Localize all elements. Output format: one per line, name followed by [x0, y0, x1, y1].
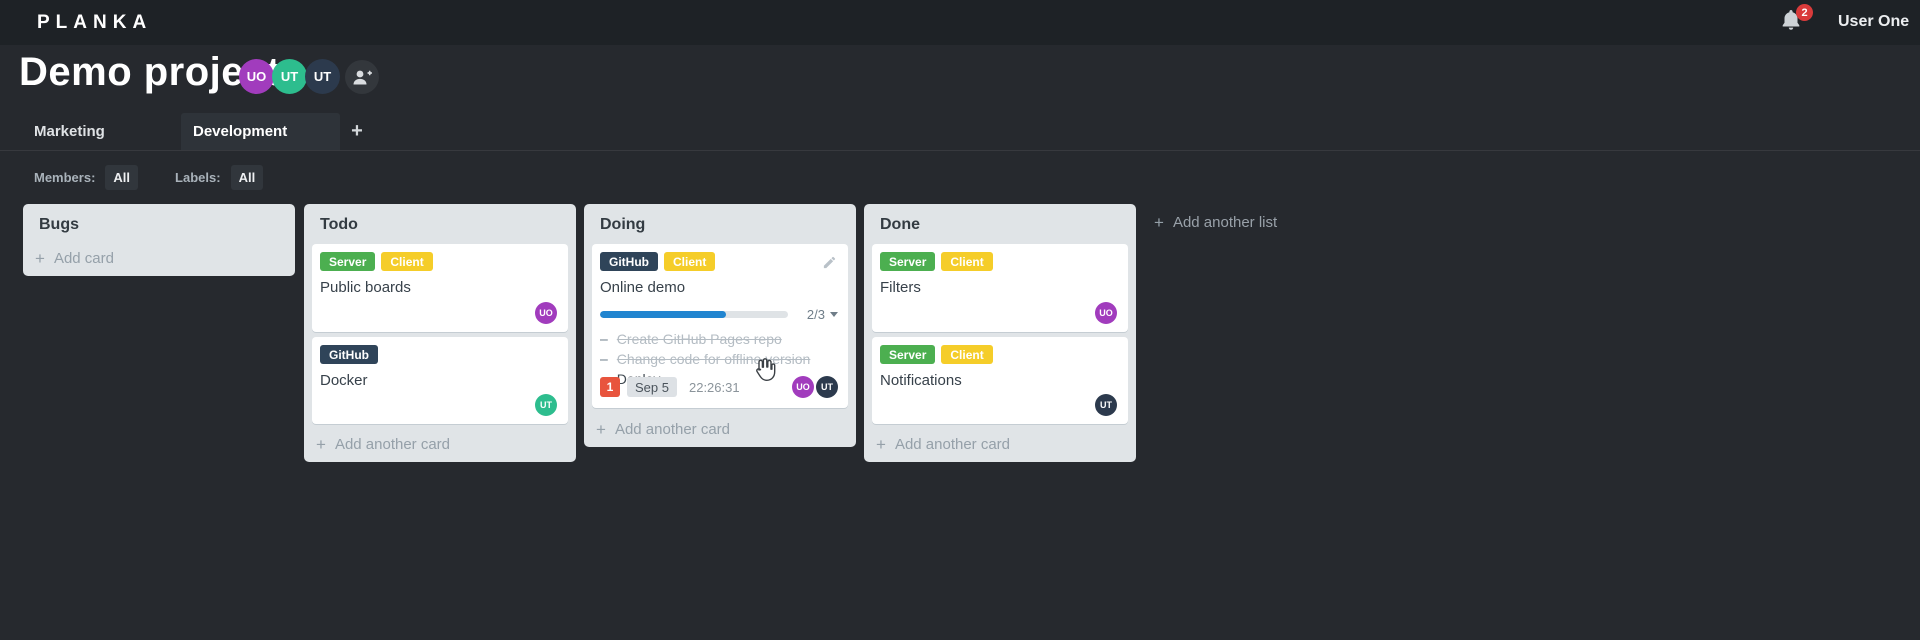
card-notifications[interactable]: Server Client Notifications UT — [872, 337, 1128, 424]
plus-icon: + — [876, 435, 886, 454]
add-card-label: Add another card — [614, 421, 731, 438]
list-title[interactable]: Bugs — [23, 204, 295, 238]
card-stack: Server Client Filters UO Server Client N… — [864, 244, 1136, 424]
pencil-icon — [823, 256, 836, 269]
label-chip: Server — [880, 345, 936, 364]
avatar[interactable]: UO — [239, 59, 274, 94]
card-footer: 1 Sep 5 22:26:31 UO UT — [600, 376, 838, 398]
card-stack: GitHub Client Online demo 2/3 Create Gi — [584, 244, 856, 408]
list-title[interactable]: Doing — [584, 204, 856, 238]
card-labels: Server Client — [320, 252, 560, 271]
label-chip: Client — [664, 252, 716, 271]
card-labels: Server Client — [880, 252, 1120, 271]
card-labels: GitHub Client — [600, 252, 840, 271]
card-title: Public boards — [320, 279, 411, 296]
members-filter-button[interactable]: All — [105, 164, 139, 190]
plus-icon: + — [596, 420, 606, 439]
timer-text: 22:26:31 — [688, 379, 740, 395]
list-title[interactable]: Done — [864, 204, 1136, 238]
card-stack: Server Client Public boards UO GitHub Do… — [304, 244, 576, 424]
planka-logo[interactable]: PLANKA — [37, 12, 152, 34]
add-list-button[interactable]: + Add another list — [1146, 206, 1285, 239]
person-add-icon — [353, 70, 372, 84]
card-public-boards[interactable]: Server Client Public boards UO — [312, 244, 568, 332]
avatar: UO — [792, 376, 814, 398]
card-online-demo[interactable]: GitHub Client Online demo 2/3 Create Gi — [592, 244, 848, 408]
add-member-button[interactable] — [345, 59, 379, 94]
checklist-counter[interactable]: 2/3 — [807, 307, 838, 322]
checklist-count-text: 2/3 — [806, 307, 825, 322]
tab-development[interactable]: Development — [181, 113, 340, 150]
plus-icon: + — [1154, 213, 1164, 232]
add-card-label: Add another card — [334, 436, 451, 453]
list-bugs: Bugs + Add card — [23, 204, 295, 276]
chevron-down-icon — [830, 312, 838, 317]
label-chip: GitHub — [320, 345, 378, 364]
notifications-button[interactable]: 2 — [1780, 4, 1816, 40]
add-card-label: Add another card — [894, 436, 1011, 453]
members-filter-label: Members: — [34, 169, 96, 185]
notification-count-badge: 2 — [1796, 4, 1813, 21]
card-filters[interactable]: Server Client Filters UO — [872, 244, 1128, 332]
avatar: UT — [1095, 394, 1117, 416]
label-chip: Client — [941, 345, 993, 364]
progress-bar — [600, 311, 788, 318]
due-date-badge: Sep 5 — [627, 377, 677, 397]
edit-card-button[interactable] — [822, 255, 837, 270]
add-card-label: Add card — [53, 250, 114, 267]
task-item: Create GitHub Pages repo — [600, 329, 840, 349]
labels-filter-label: Labels: — [175, 169, 221, 185]
list-todo: Todo Server Client Public boards UO GitH… — [304, 204, 576, 462]
label-chip: Client — [381, 252, 433, 271]
avatar: UT — [816, 376, 838, 398]
labels-filter-button[interactable]: All — [230, 164, 264, 190]
avatar: UO — [535, 302, 557, 324]
app-header: PLANKA 2 User One — [0, 0, 1920, 45]
card-title: Online demo — [600, 279, 686, 296]
label-chip: Server — [320, 252, 376, 271]
label-chip: Server — [880, 252, 936, 271]
card-docker[interactable]: GitHub Docker UT — [312, 337, 568, 424]
task-item: Change code for offline version — [600, 349, 840, 369]
card-assignees: UO UT — [792, 376, 838, 398]
card-labels: GitHub — [320, 345, 560, 364]
avatar[interactable]: UT — [272, 59, 307, 94]
add-card-button[interactable]: + Add another card — [596, 421, 730, 438]
project-members: UO UT UT — [239, 59, 379, 94]
add-board-button[interactable]: + — [342, 113, 372, 150]
checklist-progress: 2/3 — [600, 307, 840, 322]
label-chip: GitHub — [600, 252, 658, 271]
add-card-button[interactable]: + Add another card — [316, 436, 450, 453]
card-title: Notifications — [880, 372, 962, 389]
board-filters: Members: All Labels: All — [34, 164, 264, 190]
card-title: Filters — [880, 279, 921, 296]
avatar[interactable]: UT — [305, 59, 340, 94]
progress-fill — [600, 311, 726, 318]
plus-icon: + — [35, 249, 45, 268]
board-tabs: Marketing Development + — [0, 113, 1920, 151]
due-count-badge: 1 — [600, 377, 620, 397]
list-title[interactable]: Todo — [304, 204, 576, 238]
card-title: Docker — [320, 372, 368, 389]
user-menu[interactable]: User One — [1838, 13, 1909, 31]
label-chip: Client — [941, 252, 993, 271]
plus-icon: + — [316, 435, 326, 454]
tab-marketing[interactable]: Marketing — [22, 113, 181, 150]
card-labels: Server Client — [880, 345, 1120, 364]
add-card-button[interactable]: + Add another card — [876, 436, 1010, 453]
add-card-button[interactable]: + Add card — [35, 250, 114, 267]
avatar: UT — [535, 394, 557, 416]
avatar: UO — [1095, 302, 1117, 324]
list-doing: Doing GitHub Client Online demo 2/3 – Cr… — [584, 204, 856, 447]
add-list-label: Add another list — [1172, 214, 1278, 231]
list-done: Done Server Client Filters UO Server Cli… — [864, 204, 1136, 462]
